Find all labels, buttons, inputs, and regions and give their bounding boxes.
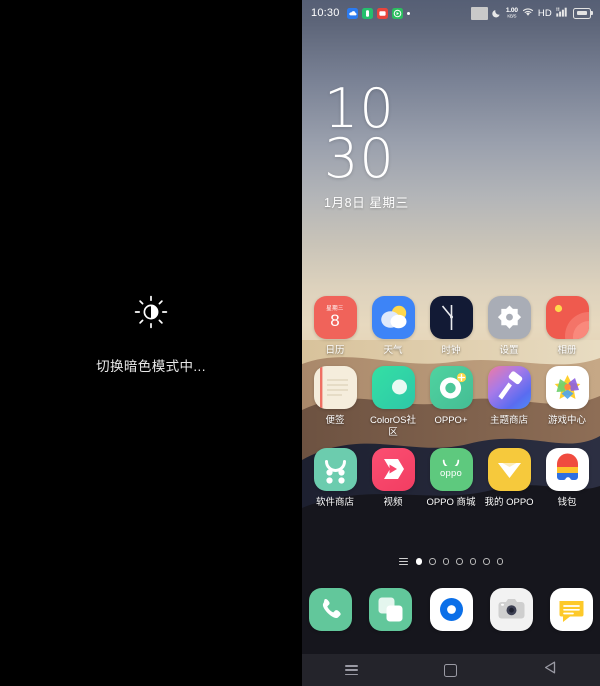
page-indicator[interactable] xyxy=(302,558,600,565)
oppo-mall-icon: oppo xyxy=(429,447,473,491)
recents-menu-icon xyxy=(345,665,359,675)
app-label: 时钟 xyxy=(441,345,461,356)
list-view-icon[interactable] xyxy=(398,558,408,565)
app-row: 星期三 8 日历 天气 时钟 设置 相册 xyxy=(309,296,593,357)
coloros-icon xyxy=(371,365,415,409)
recents-button[interactable] xyxy=(331,654,373,686)
back-triangle-icon xyxy=(544,661,556,679)
app-label: 游戏中心 xyxy=(547,414,586,426)
page-dot-2[interactable] xyxy=(429,558,436,565)
screenshot-root: 切换暗色模式中... 10:30 1.00 KB/S HD 10 30 1月8日… xyxy=(0,0,600,686)
page-dot-4[interactable] xyxy=(456,558,463,565)
moon-icon xyxy=(492,8,502,18)
app-label: 便签 xyxy=(325,414,345,426)
album-icon xyxy=(545,296,589,339)
app-label: 相册 xyxy=(557,345,577,356)
clock-minutes: 30 xyxy=(324,126,395,190)
messages-icon[interactable] xyxy=(550,588,593,631)
weather-icon xyxy=(371,296,415,339)
brightness-dark-mode-icon xyxy=(134,295,168,329)
app-album[interactable]: 相册 xyxy=(541,296,593,357)
app-label: 钱包 xyxy=(557,496,577,508)
red-app-icon xyxy=(376,7,388,19)
app-oppo-plus[interactable]: OPPO+ xyxy=(425,365,477,439)
signal-bars-icon xyxy=(556,7,569,20)
cloud-sync-icon xyxy=(346,7,358,19)
oppo-plus-icon xyxy=(429,365,473,409)
app-row: 软件商店 视频 oppo OPPO 商城 我的 OPPO 钱包 xyxy=(309,447,593,509)
app-label: 主题商店 xyxy=(489,414,528,426)
clock-date: 1月8日 星期三 xyxy=(324,196,409,211)
green-play-icon xyxy=(391,7,403,19)
wallet-icon xyxy=(545,447,589,491)
page-dot-1[interactable] xyxy=(415,558,423,565)
status-bar-clock: 10:30 xyxy=(311,7,340,19)
page-dot-7[interactable] xyxy=(496,558,504,565)
camera-icon[interactable] xyxy=(489,588,533,631)
dock xyxy=(302,588,600,631)
navigation-bar xyxy=(302,654,600,686)
app-label: ColorOS社区 xyxy=(370,414,416,438)
green-app-icon xyxy=(361,7,373,19)
app-video[interactable]: 视频 xyxy=(367,447,419,509)
dark-mode-indicator: 切换暗色模式中... xyxy=(96,295,206,375)
phone-icon[interactable] xyxy=(309,588,352,631)
calendar-icon: 星期三 8 xyxy=(313,296,357,339)
app-settings[interactable]: 设置 xyxy=(483,296,535,357)
app-oppo-mall[interactable]: oppo OPPO 商城 xyxy=(425,447,477,509)
notes-icon xyxy=(313,365,357,409)
network-speed-indicator: 1.00 KB/S xyxy=(506,7,518,19)
app-label: OPPO+ xyxy=(434,414,468,426)
home-square-icon xyxy=(444,663,458,677)
calendar-day: 8 xyxy=(330,311,340,331)
home-button[interactable] xyxy=(430,654,472,686)
game-center-icon xyxy=(545,365,589,409)
contacts-icon[interactable] xyxy=(369,588,413,631)
phone-home-screen: 10:30 1.00 KB/S HD 10 30 1月8日 星期三 星期三 8 … xyxy=(302,0,600,686)
app-my-oppo[interactable]: 我的 OPPO xyxy=(483,447,535,509)
grey-square-icon xyxy=(470,6,488,20)
app-coloros-community[interactable]: ColorOS社区 xyxy=(367,365,419,439)
page-dot-6[interactable] xyxy=(483,558,490,565)
app-game-center[interactable]: 游戏中心 xyxy=(541,365,593,439)
status-bar[interactable]: 10:30 1.00 KB/S HD xyxy=(302,0,600,26)
clock-icon xyxy=(429,296,473,339)
browser-icon[interactable] xyxy=(429,588,473,631)
app-label: 视频 xyxy=(383,496,403,508)
app-software-store[interactable]: 软件商店 xyxy=(309,447,361,509)
app-clock[interactable]: 时钟 xyxy=(425,296,477,357)
app-grid: 星期三 8 日历 天气 时钟 设置 相册 便签 ColorOS社区 OPPO+ … xyxy=(302,296,600,518)
app-notes[interactable]: 便签 xyxy=(309,365,361,439)
theme-store-icon xyxy=(487,365,531,409)
app-label: OPPO 商城 xyxy=(426,496,476,508)
oppo-wordmark: oppo xyxy=(440,468,462,480)
status-bar-left: 10:30 xyxy=(311,7,410,19)
dark-mode-toast-text: 切换暗色模式中... xyxy=(96,359,206,374)
video-icon xyxy=(371,447,415,491)
app-label: 天气 xyxy=(383,345,403,356)
app-wallet[interactable]: 钱包 xyxy=(541,447,593,509)
app-row: 便签 ColorOS社区 OPPO+ 主题商店 游戏中心 xyxy=(309,365,593,439)
battery-icon xyxy=(573,7,593,19)
back-button[interactable] xyxy=(529,654,571,686)
my-oppo-icon xyxy=(487,447,531,491)
clock-widget[interactable]: 10 30 1月8日 星期三 xyxy=(324,82,409,211)
app-label: 设置 xyxy=(499,345,519,356)
app-theme-store[interactable]: 主题商店 xyxy=(483,365,535,439)
wifi-icon xyxy=(522,7,534,20)
page-dot-5[interactable] xyxy=(469,558,477,565)
status-bar-right: 1.00 KB/S HD xyxy=(470,6,593,20)
overflow-dot-icon xyxy=(406,11,410,15)
dark-mode-transition-panel: 切换暗色模式中... xyxy=(0,0,302,686)
app-calendar[interactable]: 星期三 8 日历 xyxy=(309,296,361,357)
app-label: 我的 OPPO xyxy=(484,496,534,508)
app-weather[interactable]: 天气 xyxy=(367,296,419,357)
app-label: 软件商店 xyxy=(315,496,354,508)
app-store-icon xyxy=(313,447,357,491)
page-dot-3[interactable] xyxy=(442,558,450,565)
settings-icon xyxy=(487,296,531,339)
network-speed-unit: KB/S xyxy=(507,13,517,19)
app-label: 日历 xyxy=(325,345,345,356)
hd-label: HD xyxy=(537,7,552,19)
